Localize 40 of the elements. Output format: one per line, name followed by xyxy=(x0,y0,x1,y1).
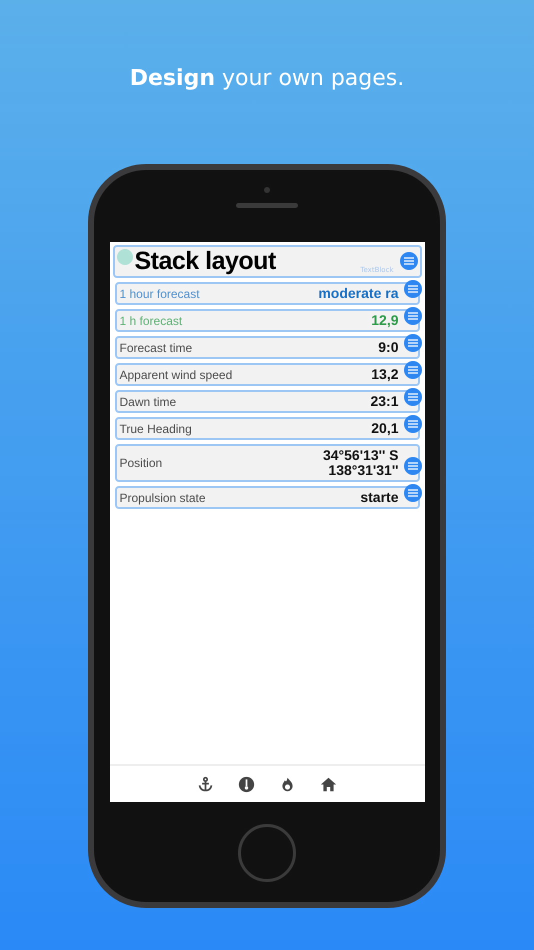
row-value: 20,1 xyxy=(371,421,398,436)
row-value: moderate ra xyxy=(318,286,398,301)
page-title: Stack layout xyxy=(134,247,276,276)
row-value: 23:1 xyxy=(370,394,398,409)
settings-button[interactable] xyxy=(404,334,422,352)
row-label: Forecast time xyxy=(120,340,194,354)
camera-icon xyxy=(264,187,270,193)
settings-button[interactable] xyxy=(404,484,422,502)
row-label: Position xyxy=(120,456,164,470)
menu-icon xyxy=(406,365,418,375)
anchor-icon[interactable] xyxy=(197,776,214,792)
menu-icon xyxy=(406,488,418,498)
row-label: True Heading xyxy=(120,422,193,436)
menu-icon xyxy=(406,311,418,321)
row-label: 1 hour forecast xyxy=(120,286,201,300)
settings-button[interactable] xyxy=(404,415,422,433)
settings-button[interactable] xyxy=(404,280,422,298)
row-value: 12,9 xyxy=(371,313,398,328)
settings-button[interactable] xyxy=(404,388,422,406)
menu-icon xyxy=(402,256,414,266)
row-value: 9:0 xyxy=(378,340,398,355)
row-value: starte xyxy=(360,490,398,505)
home-icon[interactable] xyxy=(320,776,337,792)
row-label: Apparent wind speed xyxy=(120,368,234,382)
row-value: 34°56'13'' S 138°31'31'' xyxy=(322,448,398,478)
menu-icon xyxy=(406,419,418,429)
row-label: Propulsion state xyxy=(120,490,207,504)
settings-button[interactable] xyxy=(400,252,418,270)
speaker-grille xyxy=(236,203,298,208)
menu-icon xyxy=(406,284,418,294)
row-label: 1 h forecast xyxy=(120,314,184,328)
settings-button[interactable] xyxy=(404,307,422,325)
menu-icon xyxy=(406,338,418,348)
settings-button[interactable] xyxy=(404,457,422,475)
menu-icon xyxy=(406,392,418,402)
headline: Design your own pages. xyxy=(130,66,404,93)
row-value: 13,2 xyxy=(371,367,398,382)
settings-button[interactable] xyxy=(404,361,422,379)
row-label: Dawn time xyxy=(120,394,178,408)
menu-icon xyxy=(406,461,418,471)
